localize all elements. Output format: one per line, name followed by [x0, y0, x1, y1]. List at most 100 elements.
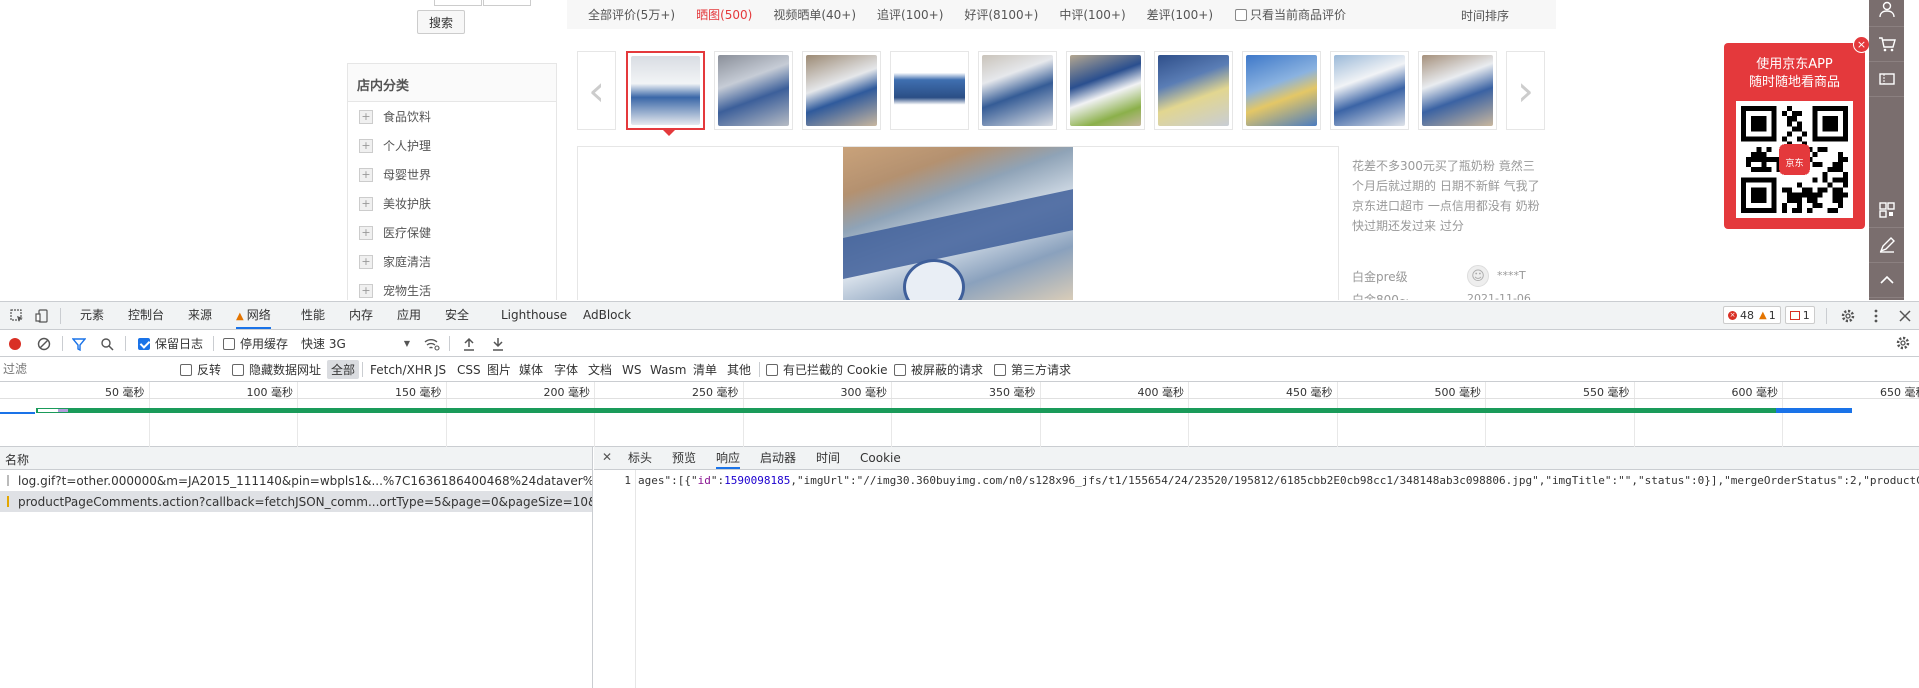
- category-item[interactable]: + 食品饮料: [348, 102, 556, 131]
- category-label[interactable]: 美妆护肤: [383, 195, 431, 212]
- type-filter-manifest[interactable]: 清单: [693, 357, 717, 382]
- expand-plus-icon[interactable]: +: [359, 167, 373, 182]
- category-label[interactable]: 家庭清洁: [383, 253, 431, 270]
- category-label[interactable]: 食品饮料: [383, 108, 431, 125]
- expand-plus-icon[interactable]: +: [359, 138, 373, 153]
- category-item[interactable]: + 美妆护肤: [348, 189, 556, 218]
- tab-lighthouse[interactable]: Lighthouse: [501, 302, 567, 329]
- tab-performance[interactable]: 性能: [301, 302, 325, 329]
- upload-icon[interactable]: [463, 337, 475, 351]
- third-party-checkbox[interactable]: 第三方请求: [994, 357, 1071, 382]
- review-tab-photos[interactable]: 晒图(500): [696, 6, 752, 23]
- type-filter-img[interactable]: 图片: [487, 357, 511, 382]
- review-tab-negative[interactable]: 差评(100+): [1147, 6, 1213, 23]
- issue-counters[interactable]: × 48 ▲ 1 1: [1723, 306, 1815, 324]
- close-icon[interactable]: ✕: [602, 450, 612, 464]
- clear-icon[interactable]: [37, 337, 51, 351]
- category-label[interactable]: 宠物生活: [383, 282, 431, 299]
- invert-checkbox[interactable]: 反转: [180, 357, 221, 382]
- tab-preview[interactable]: 预览: [672, 447, 696, 469]
- checkbox-unchecked[interactable]: [223, 337, 235, 350]
- type-filter-ws[interactable]: WS: [622, 357, 641, 382]
- tab-network-label[interactable]: 网络: [247, 308, 271, 322]
- expand-plus-icon[interactable]: +: [359, 254, 373, 269]
- category-label[interactable]: 母婴世界: [383, 166, 431, 183]
- close-devtools-icon[interactable]: [1897, 308, 1913, 324]
- type-filter-media[interactable]: 媒体: [519, 357, 543, 382]
- network-timeline-overview[interactable]: 50 毫秒 100 毫秒 150 毫秒 200 毫秒 250 毫秒 300 毫秒 350 毫…: [0, 382, 1919, 447]
- tab-initiator[interactable]: 启动器: [760, 447, 796, 469]
- thumbnail[interactable]: [1154, 51, 1233, 130]
- current-product-only-label[interactable]: 只看当前商品评价: [1250, 6, 1346, 23]
- expand-plus-icon[interactable]: +: [359, 109, 373, 124]
- checkbox-unchecked[interactable]: [232, 363, 244, 376]
- issues-badge[interactable]: 1: [1784, 306, 1815, 324]
- tab-response[interactable]: 响应: [716, 447, 741, 469]
- type-filter-wasm[interactable]: Wasm: [650, 357, 686, 382]
- hide-data-urls-label[interactable]: 隐藏数据网址: [249, 361, 321, 378]
- search-icon[interactable]: [100, 337, 114, 351]
- third-party-label[interactable]: 第三方请求: [1011, 361, 1071, 378]
- settings-gear-icon[interactable]: [1840, 308, 1856, 324]
- request-name[interactable]: log.gif?t=other.000000&m=JA2015_111140&p…: [18, 474, 592, 488]
- throttling-value[interactable]: 快速 3G: [301, 335, 346, 352]
- tab-sources[interactable]: 来源: [188, 302, 212, 329]
- thumbnail[interactable]: [802, 51, 881, 130]
- filter-funnel-icon[interactable]: [72, 337, 86, 351]
- search-button[interactable]: [100, 330, 114, 357]
- table-row[interactable]: log.gif?t=other.000000&m=JA2015_111140&p…: [0, 470, 592, 491]
- sort-by-time[interactable]: 时间排序: [1461, 7, 1509, 24]
- more-options-icon[interactable]: [1868, 308, 1884, 324]
- tab-timing[interactable]: 时间: [816, 447, 840, 469]
- tab-console[interactable]: 控制台: [128, 302, 164, 329]
- chevron-down-icon[interactable]: ▼: [404, 339, 410, 348]
- category-item[interactable]: + 宠物生活: [348, 276, 556, 300]
- tab-network[interactable]: ▲ 网络: [236, 302, 271, 329]
- coupon-icon[interactable]: [1869, 62, 1904, 97]
- close-icon[interactable]: ×: [1853, 36, 1870, 53]
- type-filter-doc[interactable]: 文档: [588, 357, 612, 382]
- export-har-button[interactable]: [492, 330, 504, 357]
- expand-plus-icon[interactable]: +: [359, 283, 373, 298]
- type-filter-fetch-xhr[interactable]: Fetch/XHR: [370, 357, 432, 382]
- tab-elements[interactable]: 元素: [80, 302, 104, 329]
- checkbox-unchecked[interactable]: [894, 363, 906, 376]
- expand-plus-icon[interactable]: +: [359, 225, 373, 240]
- request-name[interactable]: productPageComments.action?callback=fetc…: [18, 495, 592, 509]
- current-product-only-checkbox[interactable]: 只看当前商品评价: [1235, 6, 1346, 23]
- tab-security[interactable]: 安全: [445, 302, 469, 329]
- review-tab-all[interactable]: 全部评价(5万+): [588, 6, 675, 23]
- type-filter-other[interactable]: 其他: [727, 357, 751, 382]
- price-min-input[interactable]: [434, 0, 482, 6]
- filter-toggle[interactable]: [72, 330, 86, 357]
- thumbnail[interactable]: [1330, 51, 1409, 130]
- review-tab-videos[interactable]: 视频晒单(40+): [773, 6, 856, 23]
- blocked-requests-checkbox[interactable]: 被屏蔽的请求: [894, 357, 983, 382]
- error-warning-badge[interactable]: × 48 ▲ 1: [1723, 306, 1781, 324]
- invert-label[interactable]: 反转: [197, 361, 221, 378]
- review-tab-neutral[interactable]: 中评(100+): [1059, 6, 1125, 23]
- preview-image[interactable]: [843, 147, 1073, 300]
- qr-grid-icon[interactable]: [1869, 193, 1904, 228]
- response-code-line[interactable]: ages":[{"id":1590098185,"imgUrl":"//img3…: [638, 474, 1919, 487]
- thumbnail[interactable]: [714, 51, 793, 130]
- preserve-log-label[interactable]: 保留日志: [155, 335, 203, 352]
- checkbox-unchecked[interactable]: [180, 363, 192, 376]
- category-label[interactable]: 医疗保健: [383, 224, 431, 241]
- disable-cache-label[interactable]: 停用缓存: [240, 335, 288, 352]
- name-column-header[interactable]: 名称: [0, 447, 592, 470]
- preserve-log-checkbox[interactable]: 保留日志: [138, 330, 203, 357]
- thumbnail[interactable]: [890, 51, 969, 130]
- checkbox-unchecked[interactable]: [994, 363, 1006, 376]
- blocked-cookies-label[interactable]: 有已拦截的 Cookie: [783, 361, 888, 378]
- filter-input[interactable]: [3, 360, 166, 378]
- category-item[interactable]: + 家庭清洁: [348, 247, 556, 276]
- edit-icon[interactable]: [1869, 228, 1904, 263]
- checkbox-unchecked[interactable]: [766, 363, 778, 376]
- type-filter-css[interactable]: CSS: [457, 357, 481, 382]
- thumb-next-arrow-icon[interactable]: ›: [1506, 51, 1545, 130]
- category-item[interactable]: + 个人护理: [348, 131, 556, 160]
- checkbox-box[interactable]: [1235, 8, 1247, 21]
- download-icon[interactable]: [492, 337, 504, 351]
- thumbnail[interactable]: [978, 51, 1057, 130]
